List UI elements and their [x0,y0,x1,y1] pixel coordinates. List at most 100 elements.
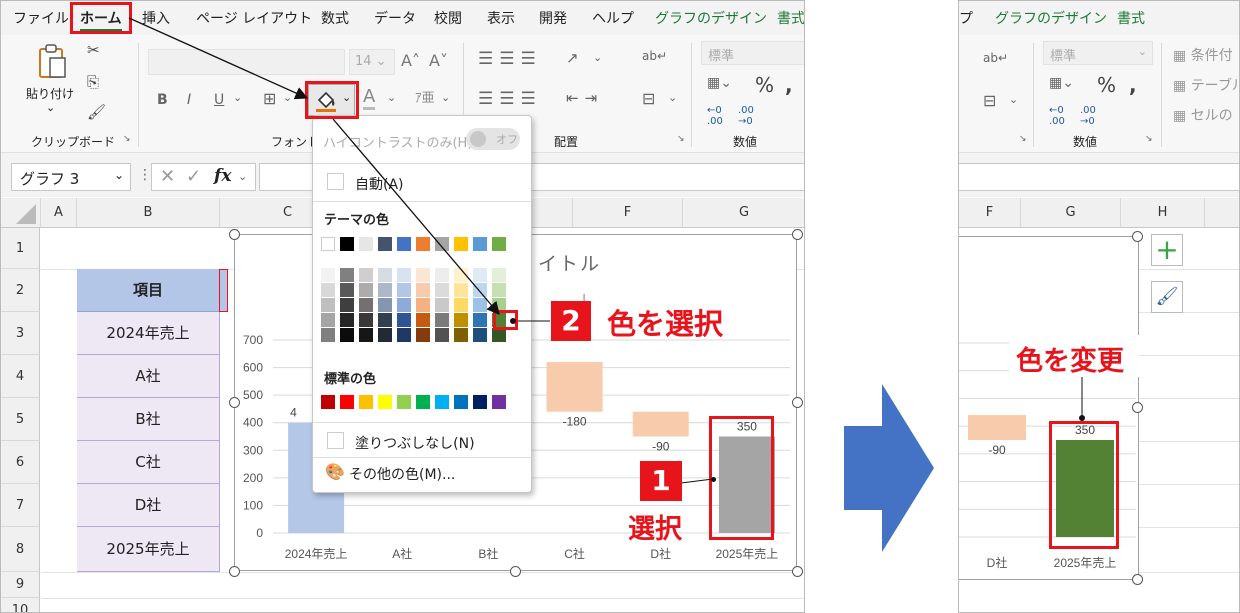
theme-color-swatch[interactable] [416,313,430,327]
chart-resize-handle[interactable] [229,566,240,577]
merge-dropdown-icon[interactable]: ⌄ [668,91,677,104]
standard-color-swatch[interactable] [359,395,373,409]
number-format-select[interactable]: 標準 ⌄ [1043,41,1153,65]
no-fill-option[interactable]: 塗りつぶしなし(N) [355,433,475,453]
theme-color-swatch[interactable] [473,237,487,251]
vertical-align-icons[interactable]: ☰☰☰ [478,49,542,69]
theme-color-swatch[interactable] [416,283,430,297]
theme-color-swatch[interactable] [454,328,468,342]
font-color-dropdown-icon[interactable]: ⌄ [387,91,396,104]
align-launcher-icon[interactable]: ↘ [677,134,685,144]
theme-color-swatch[interactable] [492,237,506,251]
font-color-icon[interactable]: A [363,87,376,110]
enter-icon[interactable]: ✓ [186,166,201,187]
font-name-select[interactable] [148,49,345,75]
tab-format[interactable]: 書式 [777,8,804,28]
col-header-f[interactable]: F [573,198,683,228]
format-painter-icon[interactable]: 🖌 [87,103,106,121]
theme-color-swatch[interactable] [397,313,411,327]
name-box-dropdown-icon[interactable]: ⌄ [114,168,124,182]
tab-data[interactable]: データ [374,8,416,28]
theme-color-swatch[interactable] [397,237,411,251]
row-header-6[interactable]: 6 [1,441,40,484]
col-header-g[interactable]: G [683,198,804,228]
standard-color-swatch[interactable] [454,395,468,409]
underline-button[interactable]: U [214,92,224,108]
chart-resize-handle[interactable] [792,229,803,240]
theme-color-swatch[interactable] [454,313,468,327]
orientation-dropdown-icon[interactable]: ⌄ [593,51,602,64]
chart-resize-handle[interactable] [229,229,240,240]
theme-color-swatch[interactable] [473,268,487,282]
chart-elements-button[interactable]: + [1151,234,1183,266]
chart-styles-button[interactable]: 🖌 [1151,281,1183,313]
row-header-1[interactable]: 1 [1,228,40,269]
theme-color-swatch[interactable] [340,328,354,342]
theme-color-swatch[interactable] [359,328,373,342]
table-row[interactable]: B社 [77,398,220,441]
theme-color-swatch[interactable] [416,237,430,251]
increase-decimal-icon[interactable]: ←0.00 [707,105,723,127]
auto-swatch[interactable] [327,173,344,190]
theme-color-swatch[interactable] [378,313,392,327]
chart-resize-handle[interactable] [229,397,240,408]
theme-color-swatch[interactable] [340,313,354,327]
bold-button[interactable]: B [157,92,168,108]
theme-color-swatch[interactable] [473,298,487,312]
percent-icon[interactable]: % [755,73,774,97]
table-row[interactable]: 2024年売上 [77,312,220,355]
cancel-icon[interactable]: ✕ [160,166,175,187]
increase-decimal-icon[interactable]: ←0.00 [1049,105,1065,127]
more-colors-option[interactable]: その他の色(M)... [349,464,455,484]
cut-icon[interactable]: ✂ [87,41,100,59]
row-header-5[interactable]: 5 [1,398,40,441]
align-launcher-icon[interactable]: ↘ [1019,134,1027,144]
fx-dropdown-icon[interactable]: ⌄ [238,170,247,183]
chart-resize-handle[interactable] [1132,402,1143,413]
no-fill-swatch[interactable] [327,432,344,449]
wrap-text-icon[interactable]: ab↵ [983,51,1008,65]
standard-color-swatch[interactable] [435,395,449,409]
standard-color-swatch[interactable] [492,395,506,409]
tab-help[interactable]: ヘルプ [592,8,634,28]
tab-page-layout[interactable]: ページ レイアウト [196,8,312,28]
borders-dropdown-icon[interactable]: ⌄ [283,91,292,104]
theme-color-swatch[interactable] [378,237,392,251]
clipboard-launcher-icon[interactable]: ↘ [123,134,131,144]
horizontal-align-icons[interactable]: ☰☰☰ [478,89,542,109]
comma-icon[interactable]: , [1129,73,1137,97]
paste-icon[interactable] [37,43,67,81]
standard-color-swatch[interactable] [378,395,392,409]
row-header-2[interactable]: 2 [1,269,40,312]
theme-color-swatch[interactable] [340,283,354,297]
insert-function-icon[interactable]: fx [214,166,231,186]
row-header-8[interactable]: 8 [1,527,40,572]
chart-resize-handle[interactable] [792,397,803,408]
font-size-select[interactable]: 14 ⌄ [349,49,395,75]
theme-color-swatch[interactable] [454,298,468,312]
theme-color-swatch[interactable] [454,268,468,282]
theme-color-swatch[interactable] [435,298,449,312]
formula-input[interactable] [959,163,1239,191]
cell-styles-button[interactable]: ▦ セルの [1173,105,1233,125]
table-row[interactable]: C社 [77,441,220,484]
theme-color-swatch[interactable] [359,237,373,251]
theme-color-swatch[interactable] [492,283,506,297]
decrease-decimal-icon[interactable]: .00 →0 [738,105,754,127]
chart-resize-handle[interactable] [1132,574,1143,585]
decrease-decimal-icon[interactable]: .00 →0 [1080,105,1096,127]
theme-color-swatch[interactable] [359,283,373,297]
tab-chart-design[interactable]: グラフのデザイン [995,8,1107,28]
theme-color-swatch[interactable] [321,268,335,282]
tab-format[interactable]: 書式 [1117,8,1145,28]
theme-color-swatch[interactable] [435,237,449,251]
phonetic-dropdown-icon[interactable]: ⌄ [441,91,450,104]
tab-insert[interactable]: 挿入 [142,8,170,28]
col-header-b[interactable]: B [77,198,220,228]
theme-color-swatch[interactable] [359,268,373,282]
theme-color-swatch[interactable] [340,237,354,251]
theme-color-swatch[interactable] [321,328,335,342]
tab-formulas[interactable]: 数式 [321,8,349,28]
row-header-3[interactable]: 3 [1,312,40,355]
col-header-i[interactable] [1205,198,1239,228]
